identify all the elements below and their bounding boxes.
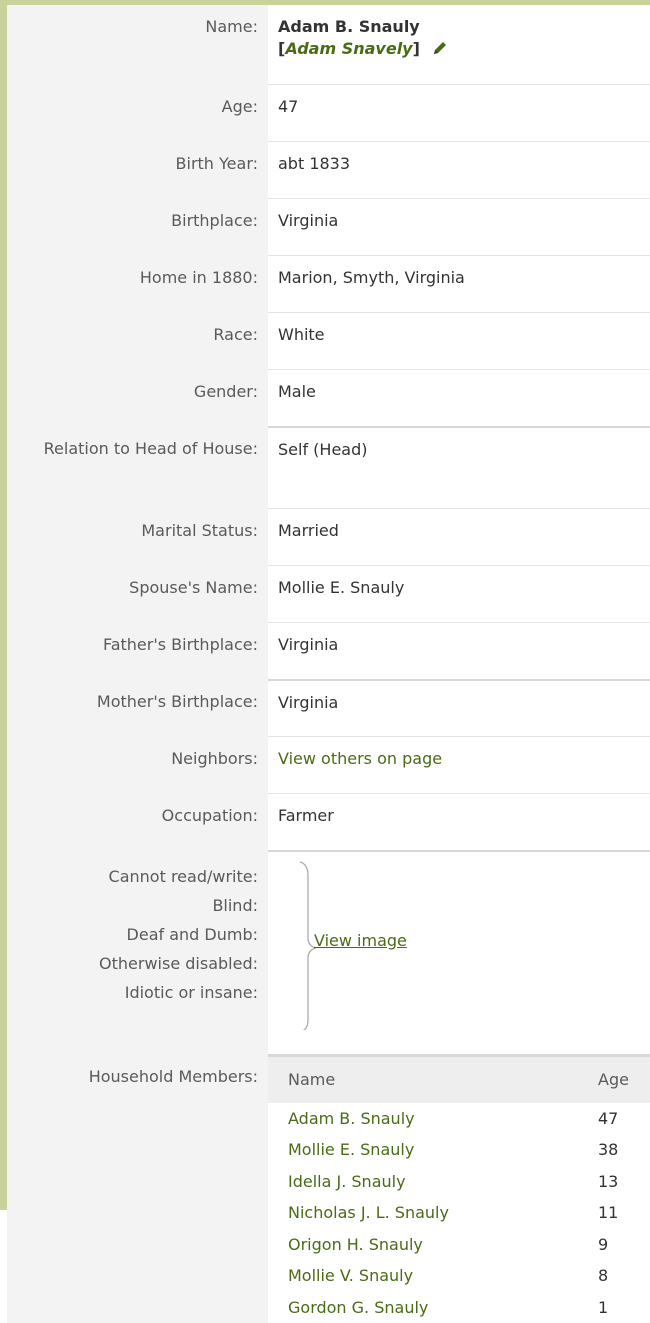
disability-value: View image: [268, 851, 650, 1054]
household-member-link[interactable]: Origon H. Snauly: [288, 1229, 598, 1261]
row-birth-year: Birth Year:abt 1833: [7, 142, 650, 199]
mother-birthplace-label: Mother's Birthplace:: [7, 680, 268, 737]
birthplace-value: Virginia: [268, 199, 650, 256]
household-name-header: Name: [288, 1055, 598, 1103]
row-gender: Gender:Male: [7, 370, 650, 427]
spouse-value: Mollie E. Snauly: [268, 566, 650, 623]
otherwise-disabled-label: Otherwise disabled:: [7, 949, 258, 978]
blind-label: Blind:: [7, 891, 258, 920]
disability-labels: Cannot read/write: Blind: Deaf and Dumb:…: [7, 851, 268, 1054]
view-others-link[interactable]: View others on page: [278, 749, 442, 768]
household-member-age: 9: [598, 1229, 650, 1261]
gender-label: Gender:: [7, 370, 268, 427]
household-value: Name Age Adam B. Snauly47 Mollie E. Snau…: [268, 1054, 650, 1323]
home-label: Home in 1880:: [7, 256, 268, 313]
birthplace-label: Birthplace:: [7, 199, 268, 256]
table-row: Adam B. Snauly47: [268, 1103, 650, 1135]
household-header-row: Name Age: [268, 1055, 650, 1103]
row-race: Race:White: [7, 313, 650, 370]
deaf-and-dumb-label: Deaf and Dumb:: [7, 920, 258, 949]
row-neighbors: Neighbors: View others on page: [7, 737, 650, 794]
neighbors-label: Neighbors:: [7, 737, 268, 794]
marital-label: Marital Status:: [7, 509, 268, 566]
household-member-link[interactable]: Gordon G. Snauly: [288, 1292, 598, 1323]
birth-year-label: Birth Year:: [7, 142, 268, 199]
row-mother-birthplace: Mother's Birthplace:Virginia: [7, 680, 650, 737]
row-household: Household Members: Name Age Adam B. Snau…: [7, 1054, 650, 1323]
table-row: Mollie V. Snauly8: [268, 1260, 650, 1292]
table-row: Origon H. Snauly9: [268, 1229, 650, 1261]
household-table: Name Age Adam B. Snauly47 Mollie E. Snau…: [268, 1054, 650, 1323]
occupation-value: Farmer: [268, 794, 650, 851]
relation-value: Self (Head): [268, 427, 650, 509]
household-member-age: 13: [598, 1166, 650, 1198]
person-name: Adam B. Snauly: [278, 16, 650, 38]
alternate-name: [Adam Snavely]: [278, 38, 650, 62]
view-image-link[interactable]: View image: [314, 930, 407, 952]
row-home: Home in 1880:Marion, Smyth, Virginia: [7, 256, 650, 313]
table-row: Mollie E. Snauly38: [268, 1134, 650, 1166]
idiotic-or-insane-label: Idiotic or insane:: [7, 978, 258, 1007]
marital-value: Married: [268, 509, 650, 566]
row-age: Age:47: [7, 85, 650, 142]
father-birthplace-value: Virginia: [268, 623, 650, 680]
household-member-age: 11: [598, 1197, 650, 1229]
table-row: Gordon G. Snauly1: [268, 1292, 650, 1323]
age-value: 47: [268, 85, 650, 142]
pencil-icon[interactable]: [432, 40, 448, 62]
row-relation: Relation to Head of House:Self (Head): [7, 427, 650, 509]
mother-birthplace-value: Virginia: [268, 680, 650, 737]
record-table: Name: Adam B. Snauly [Adam Snavely] Age:…: [7, 5, 650, 1323]
household-member-age: 38: [598, 1134, 650, 1166]
occupation-label: Occupation:: [7, 794, 268, 851]
race-value: White: [268, 313, 650, 370]
household-member-age: 8: [598, 1260, 650, 1292]
relation-label: Relation to Head of House:: [7, 427, 268, 509]
row-occupation: Occupation: Farmer: [7, 794, 650, 851]
household-member-age: 1: [598, 1292, 650, 1323]
row-name: Name: Adam B. Snauly [Adam Snavely]: [7, 5, 650, 85]
household-member-link[interactable]: Mollie V. Snauly: [288, 1260, 598, 1292]
table-row: Idella J. Snauly13: [268, 1166, 650, 1198]
table-row: Nicholas J. L. Snauly11: [268, 1197, 650, 1229]
row-father-birthplace: Father's Birthplace:Virginia: [7, 623, 650, 680]
age-label: Age:: [7, 85, 268, 142]
household-member-link[interactable]: Idella J. Snauly: [288, 1166, 598, 1198]
household-label: Household Members:: [7, 1054, 268, 1323]
cannot-read-write-label: Cannot read/write:: [7, 862, 258, 891]
household-member-link[interactable]: Mollie E. Snauly: [288, 1134, 598, 1166]
row-spouse: Spouse's Name:Mollie E. Snauly: [7, 566, 650, 623]
household-age-header: Age: [598, 1055, 650, 1103]
spouse-label: Spouse's Name:: [7, 566, 268, 623]
gender-value: Male: [268, 370, 650, 427]
left-frame-border: [0, 0, 7, 1210]
row-birthplace: Birthplace:Virginia: [7, 199, 650, 256]
father-birthplace-label: Father's Birthplace:: [7, 623, 268, 680]
household-member-link[interactable]: Adam B. Snauly: [288, 1103, 598, 1135]
row-disabilities: Cannot read/write: Blind: Deaf and Dumb:…: [7, 851, 650, 1054]
alternate-name-link[interactable]: Adam Snavely: [285, 39, 412, 58]
name-label: Name:: [7, 5, 268, 85]
alt-name-bracket-close: ]: [413, 39, 420, 58]
household-member-age: 47: [598, 1103, 650, 1135]
household-member-link[interactable]: Nicholas J. L. Snauly: [288, 1197, 598, 1229]
home-value: Marion, Smyth, Virginia: [268, 256, 650, 313]
race-label: Race:: [7, 313, 268, 370]
row-marital: Marital Status:Married: [7, 509, 650, 566]
name-value: Adam B. Snauly [Adam Snavely]: [268, 5, 650, 85]
neighbors-value: View others on page: [268, 737, 650, 794]
birth-year-value: abt 1833: [268, 142, 650, 199]
